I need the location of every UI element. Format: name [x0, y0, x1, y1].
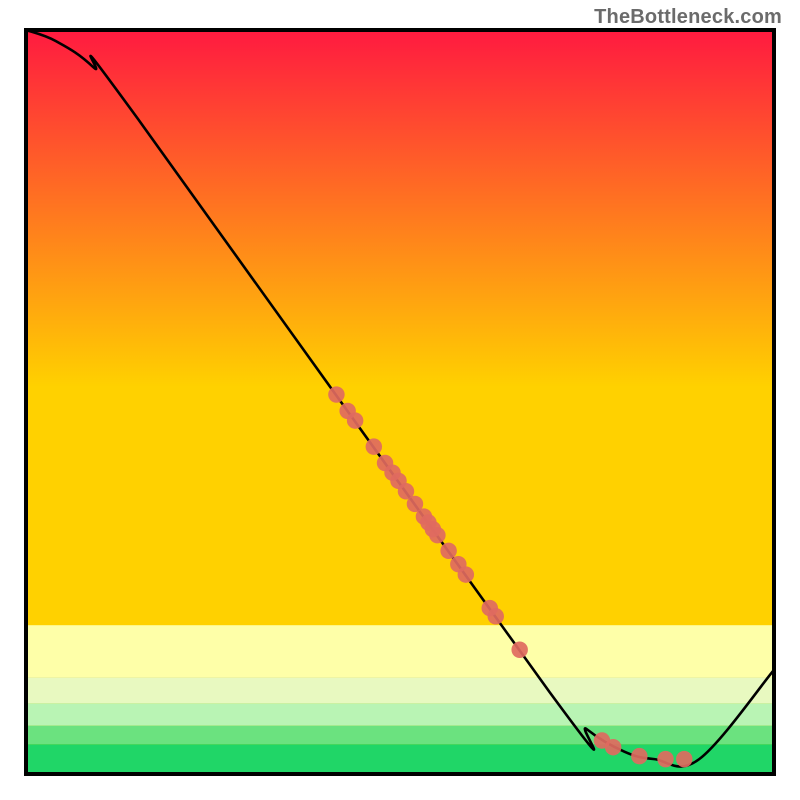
data-point: [631, 748, 647, 764]
data-point: [488, 608, 504, 624]
data-point: [458, 566, 474, 582]
bottleneck-chart: [0, 0, 800, 800]
chart-stage: TheBottleneck.com: [0, 0, 800, 800]
data-point: [328, 386, 344, 402]
watermark-label: TheBottleneck.com: [594, 6, 782, 29]
data-point: [511, 642, 527, 658]
data-point: [605, 739, 621, 755]
data-point: [676, 751, 692, 767]
data-point: [429, 527, 445, 543]
gradient-background: [26, 30, 774, 774]
data-point: [657, 751, 673, 767]
data-point: [347, 412, 363, 428]
data-point: [440, 543, 456, 559]
data-point: [366, 438, 382, 454]
